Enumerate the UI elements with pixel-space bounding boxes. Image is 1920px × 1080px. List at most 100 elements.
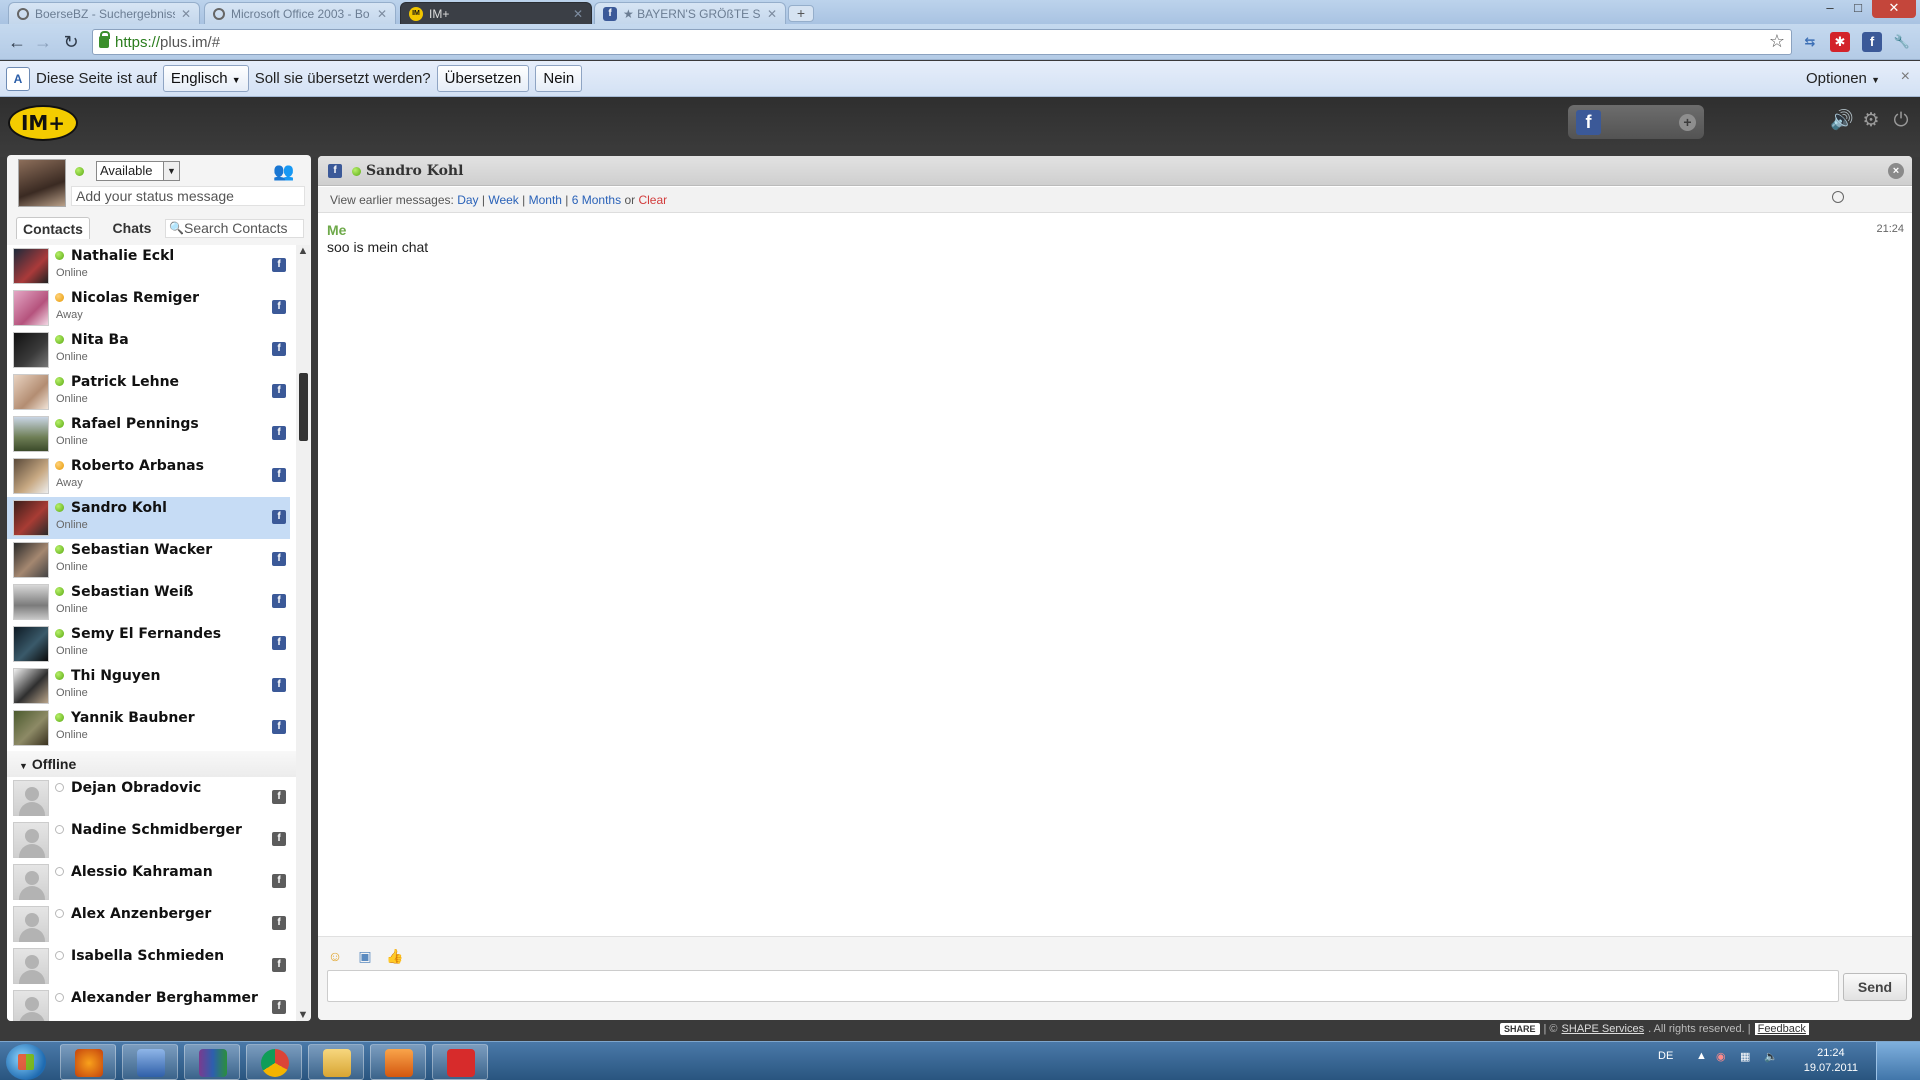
- window-close-button[interactable]: ✕: [1872, 0, 1916, 18]
- contact-list-scrollbar[interactable]: ▲ ▼: [296, 245, 310, 1021]
- logout-icon[interactable]: ⏻: [1890, 110, 1912, 132]
- list-item[interactable]: Alex Anzenberger f: [7, 903, 290, 945]
- tray-antivirus-icon[interactable]: ◉: [1716, 1050, 1726, 1063]
- list-item[interactable]: Nadine Schmidberger f: [7, 819, 290, 861]
- list-item[interactable]: Semy El Fernandes Online f: [7, 623, 290, 665]
- list-item[interactable]: Isabella Schmieden f: [7, 945, 290, 987]
- avatar: [13, 626, 49, 662]
- taskbar-chrome[interactable]: [246, 1044, 302, 1080]
- smiley-icon[interactable]: ☺: [326, 947, 344, 965]
- new-tab-button[interactable]: +: [788, 5, 814, 22]
- image-icon[interactable]: ▣: [356, 947, 374, 965]
- no-translate-button[interactable]: Nein: [535, 65, 583, 92]
- list-item[interactable]: Sebastian Wacker Online f: [7, 539, 290, 581]
- tab-contacts[interactable]: Contacts: [16, 217, 90, 239]
- forward-arrow-icon[interactable]: →: [32, 31, 54, 53]
- list-item[interactable]: Dejan Obradovic f: [7, 777, 290, 819]
- taskbar-antivir[interactable]: [432, 1044, 488, 1080]
- taskbar-app-2[interactable]: [122, 1044, 178, 1080]
- browser-tab-1[interactable]: BoerseBZ - Suchergebnisse ✕: [8, 2, 200, 24]
- offline-group-header[interactable]: ▼ Offline: [7, 751, 297, 777]
- list-item[interactable]: Roberto Arbanas Away f: [7, 455, 290, 497]
- list-item[interactable]: Sandro Kohl Online f: [7, 497, 290, 539]
- message-input[interactable]: [327, 970, 1839, 1002]
- browser-tab-3[interactable]: IM IM+ ✕: [400, 2, 592, 24]
- wrench-icon[interactable]: 🔧: [1892, 32, 1912, 52]
- folder-icon: [323, 1049, 351, 1077]
- chevron-down-icon[interactable]: ▼: [296, 1009, 310, 1021]
- list-item[interactable]: Nicolas Remiger Away f: [7, 287, 290, 329]
- scrollbar-thumb[interactable]: [299, 373, 308, 441]
- taskbar-media[interactable]: [370, 1044, 426, 1080]
- sound-icon[interactable]: 🔊: [1830, 110, 1854, 132]
- address-bar[interactable]: https://plus.im/# ☆: [92, 29, 1792, 55]
- list-item[interactable]: Nita Ba Online f: [7, 329, 290, 371]
- history-month-link[interactable]: Month: [529, 193, 562, 207]
- browser-tab-4[interactable]: f ★ BAYERN'S GRÖßTE SCH ✕: [594, 2, 786, 24]
- volume-icon[interactable]: 🔈: [1764, 1050, 1778, 1063]
- facebook-icon: f: [272, 1000, 286, 1014]
- close-icon[interactable]: ✕: [181, 7, 191, 21]
- network-icon[interactable]: ▦: [1740, 1050, 1750, 1063]
- close-icon[interactable]: ✕: [573, 7, 583, 21]
- add-contact-icon[interactable]: 👥: [273, 162, 294, 182]
- reload-icon[interactable]: ↻: [60, 31, 82, 53]
- offline-status-icon: [55, 951, 64, 960]
- tray-expand-icon[interactable]: ▲: [1696, 1050, 1707, 1062]
- extension-arrow-icon[interactable]: ⇆: [1800, 32, 1820, 52]
- history-6months-link[interactable]: 6 Months: [572, 193, 621, 207]
- translate-close-icon[interactable]: ×: [1901, 68, 1910, 86]
- close-icon[interactable]: ✕: [377, 7, 387, 21]
- list-item[interactable]: Nathalie Eckl Online f: [7, 245, 290, 287]
- avatar[interactable]: [18, 159, 66, 207]
- list-item[interactable]: Yannik Baubner Online f: [7, 707, 290, 749]
- bookmark-star-icon[interactable]: ☆: [1769, 31, 1785, 52]
- list-item[interactable]: Thi Nguyen Online f: [7, 665, 290, 707]
- tab-chats[interactable]: Chats: [104, 217, 160, 239]
- windows-start-icon[interactable]: [6, 1044, 46, 1080]
- language-select[interactable]: Englisch ▼: [162, 65, 249, 92]
- show-desktop-button[interactable]: [1876, 1042, 1920, 1080]
- minimize-button[interactable]: –: [1816, 0, 1844, 18]
- taskbar-winrar[interactable]: [184, 1044, 240, 1080]
- list-item[interactable]: Rafael Pennings Online f: [7, 413, 290, 455]
- account-switcher[interactable]: f +: [1568, 105, 1704, 139]
- share-button[interactable]: SHARE: [1500, 1023, 1540, 1035]
- contact-name: Alexander Berghammer: [71, 990, 258, 1006]
- taskbar-explorer[interactable]: [308, 1044, 364, 1080]
- status-message-input[interactable]: Add your status message: [71, 186, 305, 206]
- avatar: [13, 248, 49, 284]
- extension-asterisk-icon[interactable]: ✱: [1830, 32, 1850, 52]
- thumbs-up-icon[interactable]: 👍: [386, 947, 404, 965]
- back-arrow-icon[interactable]: ←: [6, 31, 28, 53]
- list-item[interactable]: Alexander Berghammer f: [7, 987, 290, 1021]
- avatar: [13, 948, 49, 984]
- translate-options-menu[interactable]: Optionen ▼: [1806, 70, 1880, 87]
- chevron-up-icon[interactable]: ▲: [296, 245, 310, 257]
- list-item[interactable]: Sebastian Weiß Online f: [7, 581, 290, 623]
- extension-facebook-icon[interactable]: f: [1862, 32, 1882, 52]
- translate-button[interactable]: Übersetzen: [436, 65, 530, 92]
- maximize-button[interactable]: □: [1844, 0, 1872, 18]
- facebook-account-icon[interactable]: f: [1576, 110, 1601, 135]
- browser-tab-2[interactable]: Microsoft Office 2003 - Bo ✕: [204, 2, 396, 24]
- company-link[interactable]: SHAPE Services: [1562, 1023, 1645, 1035]
- add-account-icon[interactable]: +: [1679, 114, 1696, 131]
- send-button[interactable]: Send: [1843, 973, 1907, 1001]
- feedback-link[interactable]: Feedback: [1754, 1023, 1809, 1035]
- gear-icon[interactable]: ⚙: [1860, 110, 1882, 132]
- status-select[interactable]: Available ▼: [96, 161, 180, 181]
- taskbar-firefox[interactable]: [60, 1044, 116, 1080]
- list-item[interactable]: Patrick Lehne Online f: [7, 371, 290, 413]
- close-chat-icon[interactable]: ×: [1888, 163, 1904, 179]
- list-item[interactable]: Alessio Kahraman f: [7, 861, 290, 903]
- avatar: [13, 990, 49, 1021]
- history-clear-link[interactable]: Clear: [638, 193, 667, 207]
- search-contacts-input[interactable]: 🔍 Search Contacts: [165, 219, 304, 238]
- history-day-link[interactable]: Day: [457, 193, 478, 207]
- system-clock[interactable]: 21:24 19.07.2011: [1804, 1046, 1858, 1076]
- implus-logo[interactable]: IM+: [8, 105, 78, 141]
- input-language[interactable]: DE: [1658, 1050, 1673, 1062]
- history-week-link[interactable]: Week: [488, 193, 518, 207]
- close-icon[interactable]: ✕: [767, 7, 777, 21]
